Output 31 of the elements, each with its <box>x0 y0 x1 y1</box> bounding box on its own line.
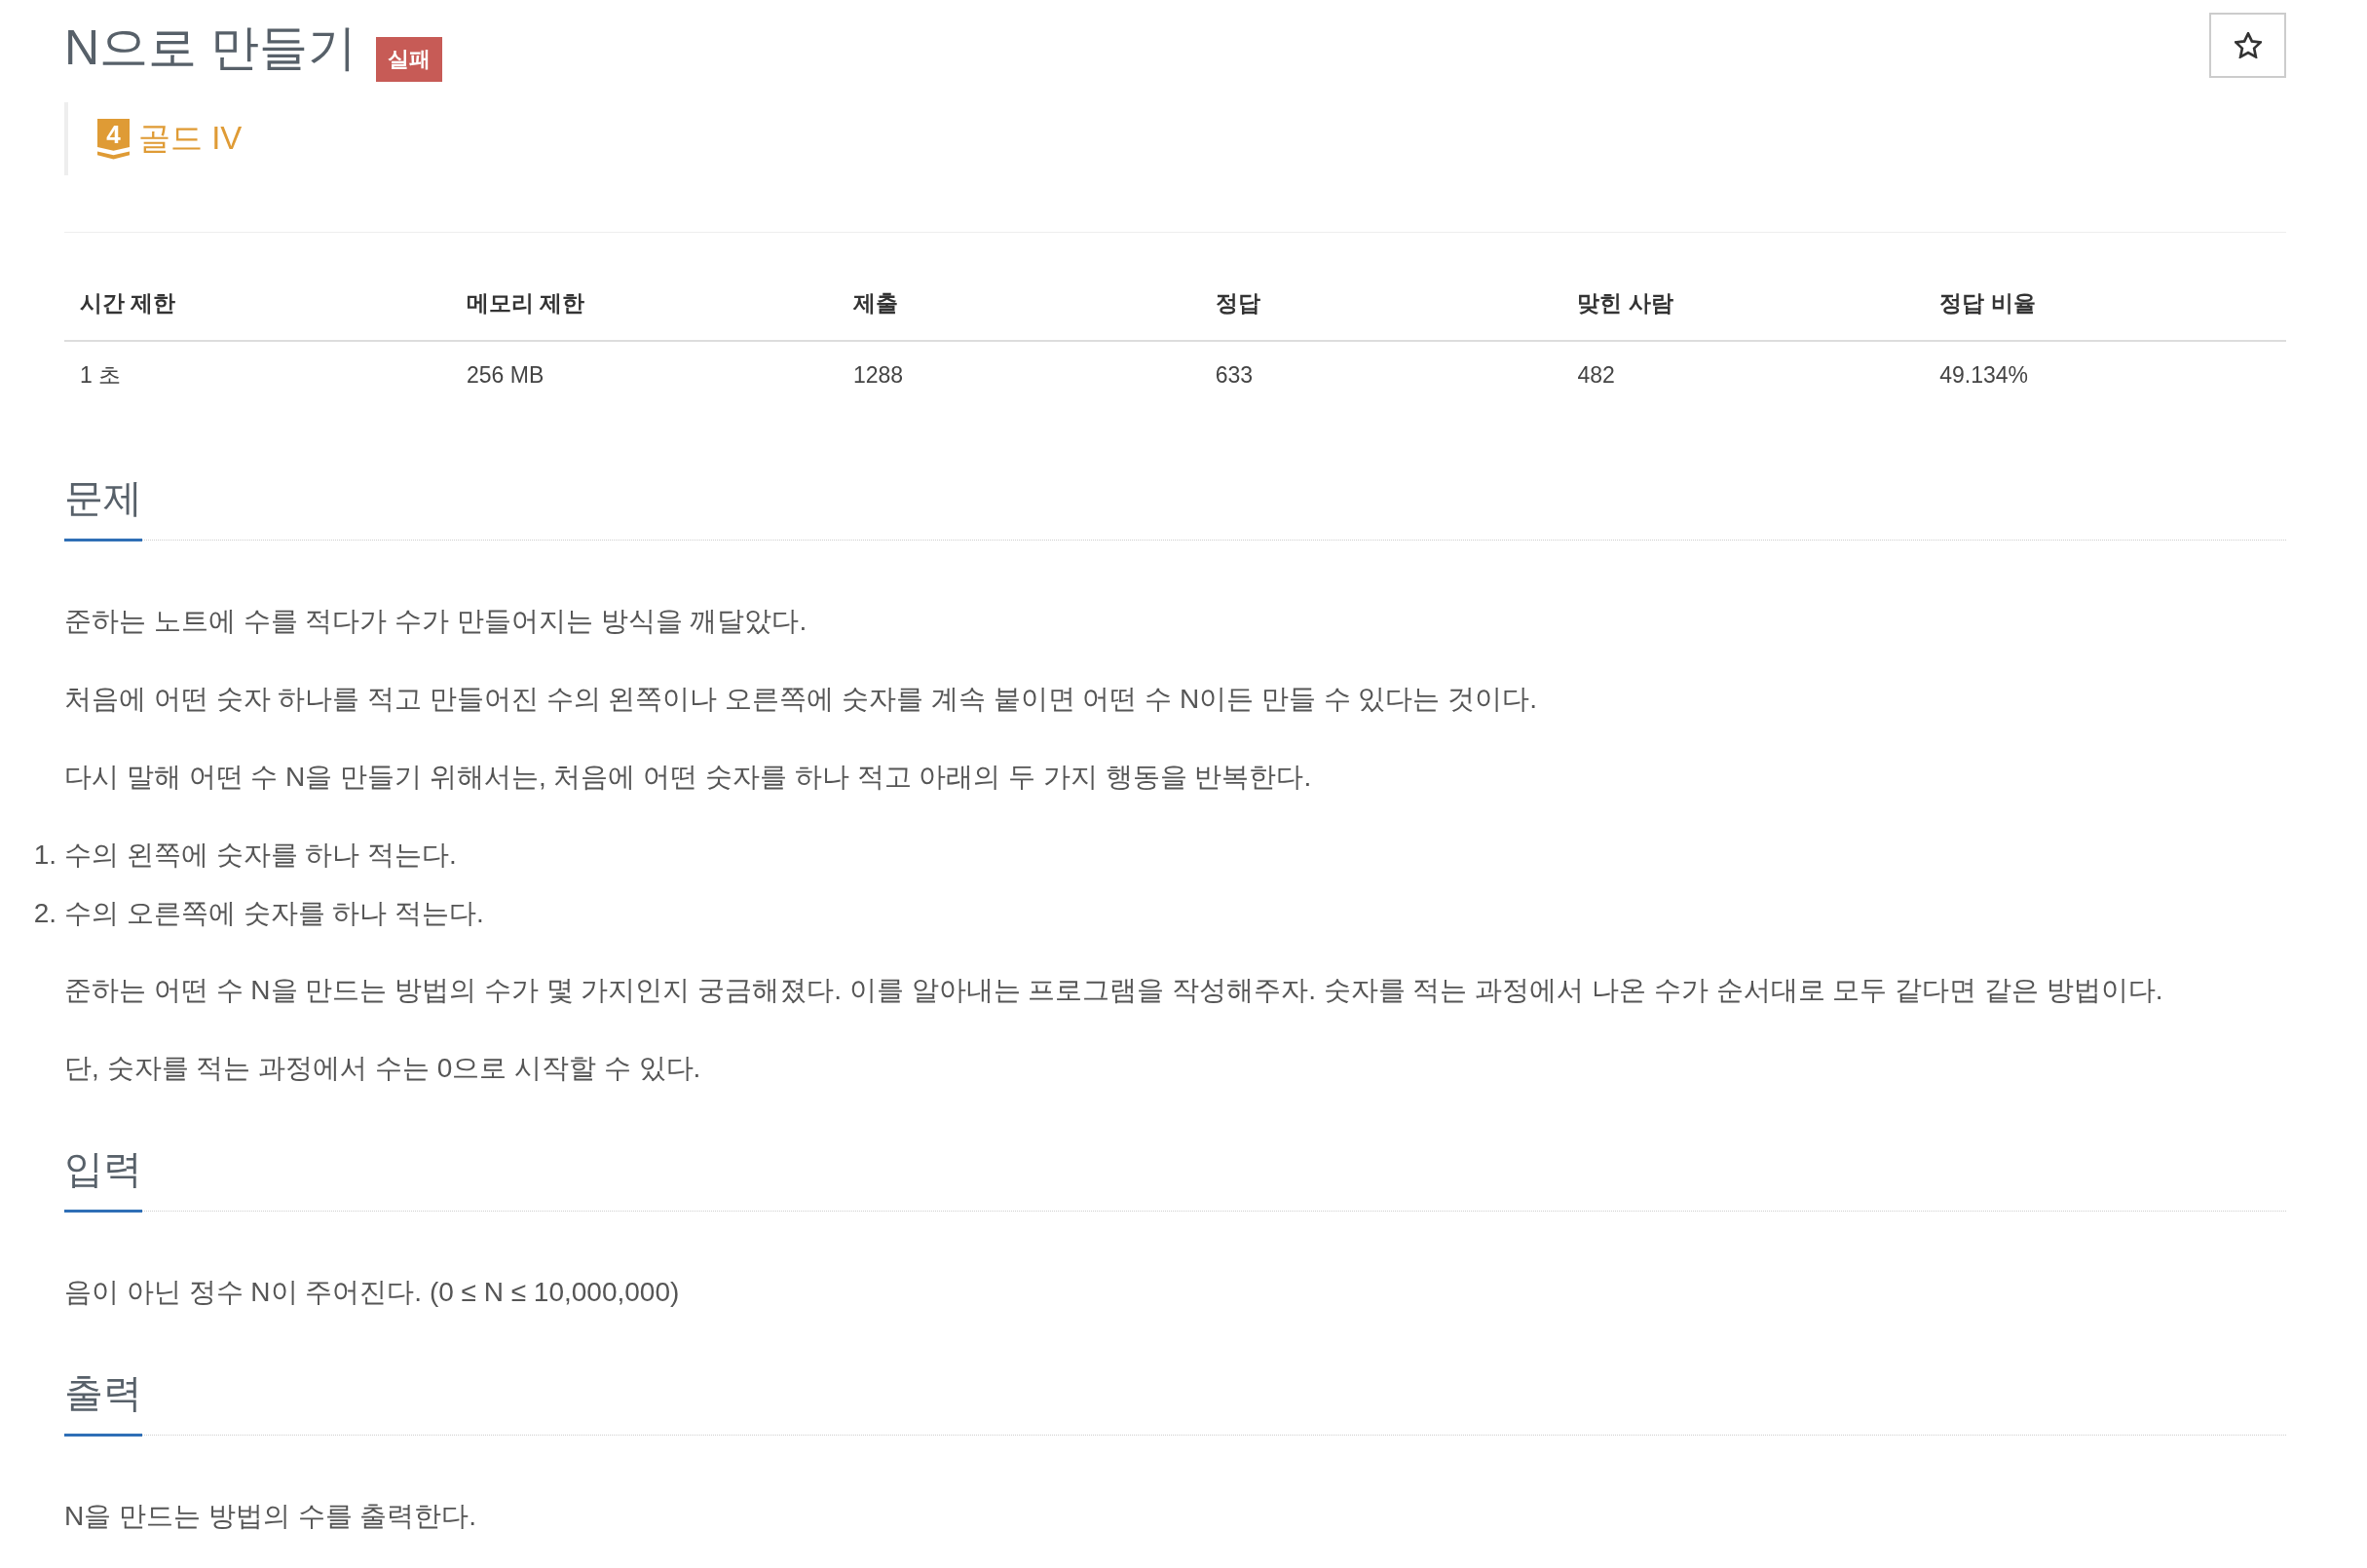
problem-title: N으로 만들기 <box>64 19 357 77</box>
paragraph: 음이 아닌 정수 N이 주어진다. (0 ≤ N ≤ 10,000,000) <box>64 1276 681 1309</box>
favorite-button[interactable] <box>2209 13 2286 78</box>
paragraph: N을 만드는 방법의 수를 출력한다. <box>64 1500 478 1533</box>
list-number: 2. <box>32 897 56 930</box>
column-header: 정답 <box>1199 270 1562 341</box>
column-header: 시간 제한 <box>64 270 451 341</box>
section-heading: 출력 <box>64 1367 142 1437</box>
tier-badge: 4 <box>97 118 130 160</box>
list-item-text: 수의 오른쪽에 숫자를 하나 적는다. <box>64 897 484 930</box>
result-badge: 실패 <box>376 37 442 82</box>
table-cell: 482 <box>1561 341 1925 409</box>
table-cell: 49.134% <box>1924 341 2286 409</box>
column-header: 맞힌 사람 <box>1561 270 1925 341</box>
paragraph: 단, 숫자를 적는 과정에서 수는 0으로 시작할 수 있다. <box>64 1052 702 1085</box>
section-heading: 입력 <box>64 1143 142 1213</box>
tier-name: 골드 IV <box>138 119 243 158</box>
paragraph: 준하는 노트에 수를 적다가 수가 만들어지는 방식을 깨달았다. <box>64 605 808 638</box>
column-header: 정답 비율 <box>1924 270 2286 341</box>
column-header: 제출 <box>837 270 1200 341</box>
column-header: 메모리 제한 <box>450 270 838 341</box>
paragraph: 다시 말해 어떤 수 N을 만들기 위해서는, 처음에 어떤 숫자를 하나 적고 아래의 두 가지 행동을 반복한다. <box>64 761 1313 794</box>
section-heading: 문제 <box>64 472 142 541</box>
list-number: 1. <box>32 839 56 872</box>
list-item-text: 수의 왼쪽에 숫자를 하나 적는다. <box>64 839 457 872</box>
table-cell: 1288 <box>837 341 1200 409</box>
table-cell: 633 <box>1199 341 1562 409</box>
table-cell: 1 초 <box>64 341 451 409</box>
paragraph: 준하는 어떤 수 N을 만드는 방법의 수가 몇 가지인지 궁금해졌다. 이를 알아내는 프로그램을 작성해주자. 숫자를 적는 과정에서 나온 수가 순서대로 모두 같다면 같은 방법이다. <box>64 974 2164 1007</box>
paragraph: 처음에 어떤 숫자 하나를 적고 만들어진 수의 왼쪽이나 오른쪽에 숫자를 계속 붙이면 어떤 수 N이든 만들 수 있다는 것이다. <box>64 683 1539 716</box>
table-cell: 256 MB <box>450 341 838 409</box>
